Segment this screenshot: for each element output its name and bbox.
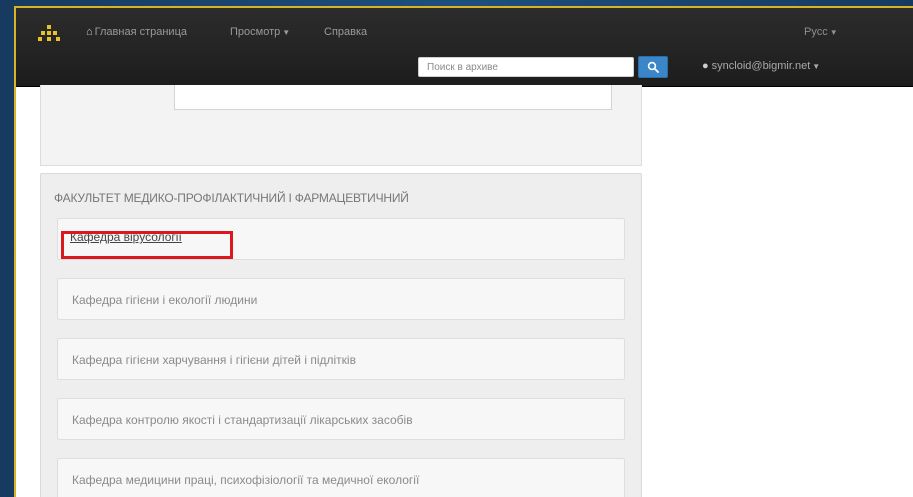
- logo-icon[interactable]: [38, 25, 60, 43]
- language-dropdown[interactable]: Русс ▼: [804, 26, 838, 38]
- caret-down-icon: ▼: [812, 62, 821, 71]
- home-icon: ⌂: [86, 26, 93, 38]
- department-item[interactable]: Кафедра гігієни і екології людини: [57, 278, 625, 320]
- user-menu-dropdown[interactable]: ● syncloid@bigmir.net ▼: [702, 60, 820, 72]
- faculty-title: ФАКУЛЬТЕТ МЕДИКО-ПРОФІЛАКТИЧНИЙ І ФАРМАЦ…: [54, 191, 409, 205]
- search-input[interactable]: [418, 57, 634, 77]
- department-link[interactable]: Кафедра медицини праці, психофізіології …: [72, 473, 419, 487]
- browser-viewport: ⌂ Главная страница Просмотр ▼ Справка Русс…: [14, 6, 913, 497]
- highlight-annotation: [61, 231, 233, 259]
- nav-help[interactable]: Справка: [324, 26, 367, 38]
- department-item[interactable]: Кафедра медицини праці, психофізіології …: [57, 458, 625, 497]
- user-email: syncloid@bigmir.net: [711, 60, 811, 72]
- caret-down-icon: ▼: [282, 28, 291, 37]
- nav-help-label: Справка: [324, 26, 368, 38]
- language-label: Русс: [804, 26, 828, 38]
- nav-home[interactable]: ⌂ Главная страница: [86, 26, 187, 38]
- previous-panel-item: [174, 85, 612, 110]
- department-link[interactable]: Кафедра гігієни харчування і гігієни діт…: [72, 353, 356, 367]
- user-icon: ●: [702, 60, 709, 72]
- nav-browse-label: Просмотр: [230, 26, 281, 38]
- department-item[interactable]: Кафедра гігієни харчування і гігієни діт…: [57, 338, 625, 380]
- nav-home-label: Главная страница: [94, 26, 187, 38]
- department-link[interactable]: Кафедра гігієни і екології людини: [72, 293, 257, 307]
- caret-down-icon: ▼: [829, 28, 838, 37]
- top-navbar: ⌂ Главная страница Просмотр ▼ Справка Русс…: [16, 8, 913, 87]
- search-button[interactable]: [638, 56, 668, 78]
- faculty-panel: ФАКУЛЬТЕТ МЕДИКО-ПРОФІЛАКТИЧНИЙ І ФАРМАЦ…: [40, 173, 642, 497]
- search-icon: [647, 61, 659, 73]
- nav-browse-dropdown[interactable]: Просмотр ▼: [230, 26, 290, 38]
- department-item[interactable]: Кафедра контролю якості і стандартизації…: [57, 398, 625, 440]
- department-link[interactable]: Кафедра контролю якості і стандартизації…: [72, 413, 413, 427]
- previous-faculty-panel: [40, 85, 642, 166]
